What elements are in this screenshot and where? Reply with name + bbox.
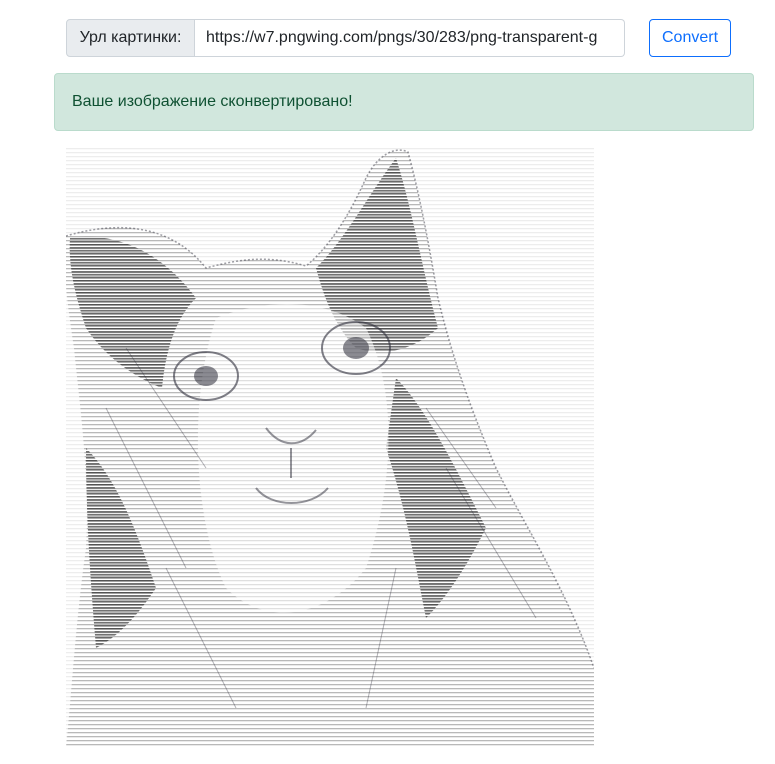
url-label: Урл картинки: [66, 19, 195, 57]
url-form: Урл картинки: [66, 19, 625, 57]
url-input-group: Урл картинки: [66, 19, 625, 57]
ascii-result-image [66, 148, 594, 748]
url-input[interactable] [195, 19, 625, 57]
success-alert: Ваше изображение сконвертировано! [54, 73, 754, 131]
convert-button[interactable]: Convert [649, 19, 731, 57]
ascii-cat-image [66, 148, 594, 748]
alert-message: Ваше изображение сконвертировано! [72, 93, 353, 110]
